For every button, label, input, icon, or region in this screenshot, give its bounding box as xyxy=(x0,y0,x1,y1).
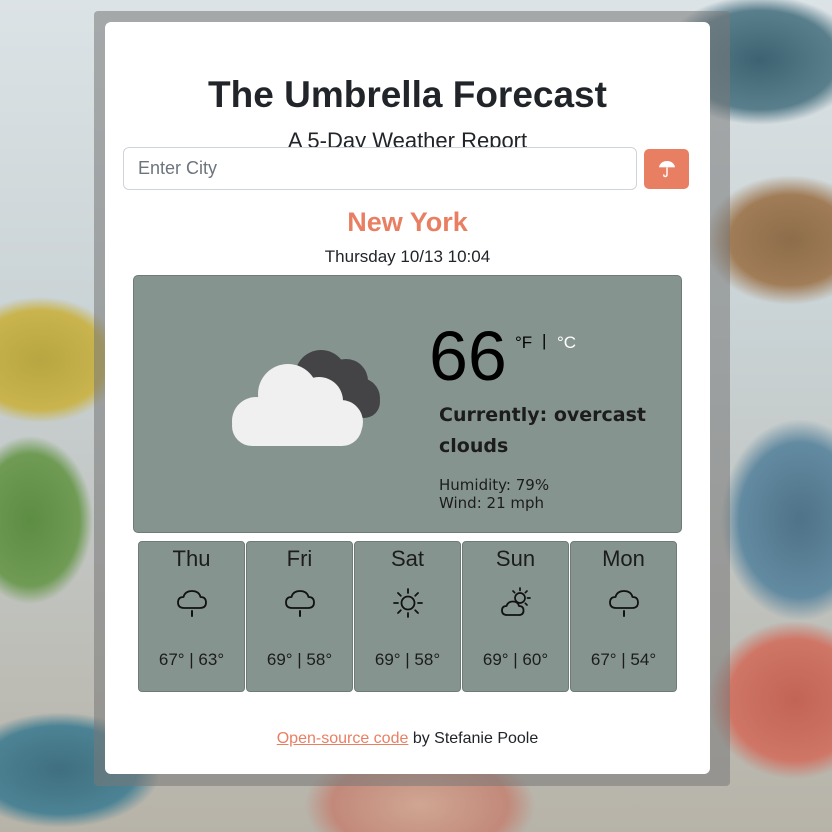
weather-description: Currently: overcast clouds xyxy=(439,404,646,457)
page-title: The Umbrella Forecast xyxy=(208,74,607,115)
city-search-input[interactable] xyxy=(123,147,637,190)
forecast-day-card: Sun 69° | 60° xyxy=(462,541,569,692)
forecast-day-name: Mon xyxy=(602,546,645,571)
five-day-forecast: Thu 67° | 63° Fri 69° | 58° Sat 69° | 58… xyxy=(138,541,678,692)
broken-clouds-icon xyxy=(232,350,380,446)
wind-readout: Wind: 21 mph xyxy=(439,494,545,512)
forecast-day-card: Thu 67° | 63° xyxy=(138,541,245,692)
forecast-day-name: Thu xyxy=(172,546,211,571)
forecast-day-card: Mon 67° | 54° xyxy=(570,541,677,692)
footer-author: by Stefanie Poole xyxy=(408,730,539,747)
rain-cloud-icon xyxy=(285,590,315,617)
umbrella-icon xyxy=(658,161,675,178)
partly-cloudy-icon xyxy=(501,587,531,616)
forecast-day-name: Fri xyxy=(286,546,313,571)
current-temperature: 66 xyxy=(429,317,507,395)
humidity-readout: Humidity: 79% xyxy=(439,476,550,494)
open-source-link[interactable]: Open-source code xyxy=(277,730,409,747)
forecast-day-temps: 67° | 63° xyxy=(158,650,225,669)
forecast-day-temps: 69° | 58° xyxy=(374,650,441,669)
search-button[interactable] xyxy=(644,149,689,189)
forecast-day-temps: 69° | 58° xyxy=(266,650,333,669)
forecast-day-name: Sun xyxy=(495,546,536,571)
unit-separator: | xyxy=(542,331,547,350)
rain-cloud-icon xyxy=(177,590,207,617)
footer: Open-source code by Stefanie Poole xyxy=(105,730,710,748)
celsius-toggle[interactable]: °C xyxy=(557,333,576,353)
fahrenheit-toggle[interactable]: °F xyxy=(515,333,532,353)
current-datetime: Thursday 10/13 10:04 xyxy=(324,247,491,266)
current-weather-panel: 66 °F | °C Currently: overcast clouds Hu… xyxy=(133,275,682,533)
forecast-day-temps: 67° | 54° xyxy=(590,650,657,669)
forecast-day-card: Fri 69° | 58° xyxy=(246,541,353,692)
weather-card: The Umbrella Forecast A 5-Day Weather Re… xyxy=(105,22,710,774)
city-name: New York xyxy=(347,207,468,237)
forecast-day-name: Sat xyxy=(390,546,425,571)
sun-icon xyxy=(393,588,423,618)
forecast-day-card: Sat 69° | 58° xyxy=(354,541,461,692)
rain-cloud-icon xyxy=(609,590,639,617)
forecast-day-temps: 69° | 60° xyxy=(482,650,549,669)
